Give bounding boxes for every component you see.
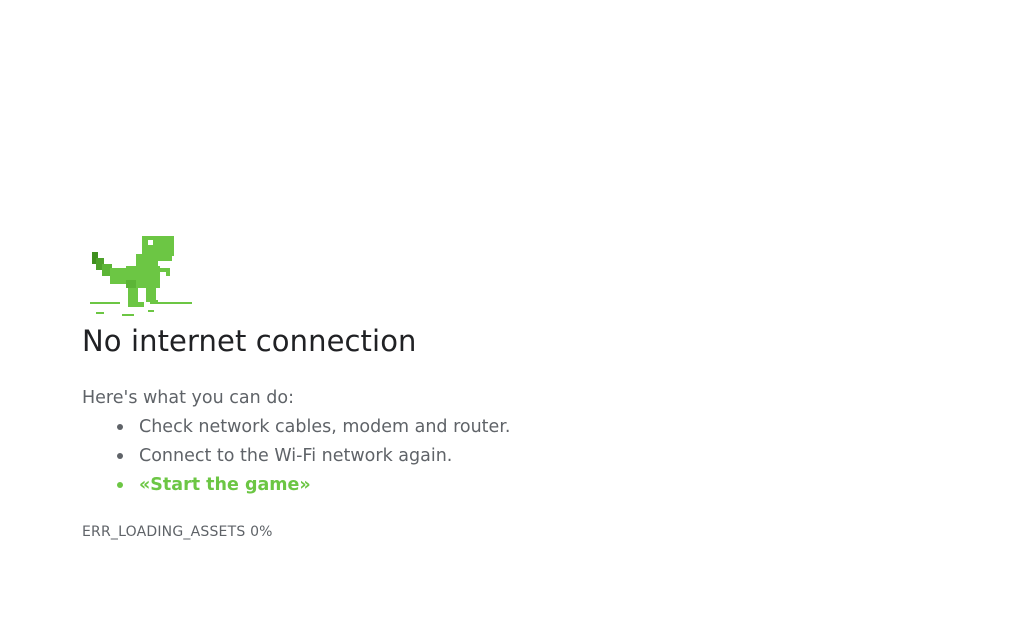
suggestions-intro: Here's what you can do: xyxy=(82,388,294,408)
suggestion-text: Check network cables, modem and router. xyxy=(139,417,511,437)
bullet-icon xyxy=(117,424,123,430)
list-item: Connect to the Wi-Fi network again. xyxy=(117,443,510,472)
error-code: ERR_LOADING_ASSETS 0% xyxy=(82,524,273,540)
start-game-label[interactable]: «Start the game» xyxy=(139,475,311,495)
bullet-icon xyxy=(117,482,123,488)
list-item: Check network cables, modem and router. xyxy=(117,414,510,443)
start-game-link[interactable]: «Start the game» xyxy=(117,472,510,501)
error-page: No internet connection Here's what you c… xyxy=(0,0,1020,638)
suggestions-list: Check network cables, modem and router. … xyxy=(117,414,510,501)
page-title: No internet connection xyxy=(82,324,417,358)
dino-icon[interactable] xyxy=(88,236,196,322)
suggestion-text: Connect to the Wi-Fi network again. xyxy=(139,446,453,466)
bullet-icon xyxy=(117,453,123,459)
